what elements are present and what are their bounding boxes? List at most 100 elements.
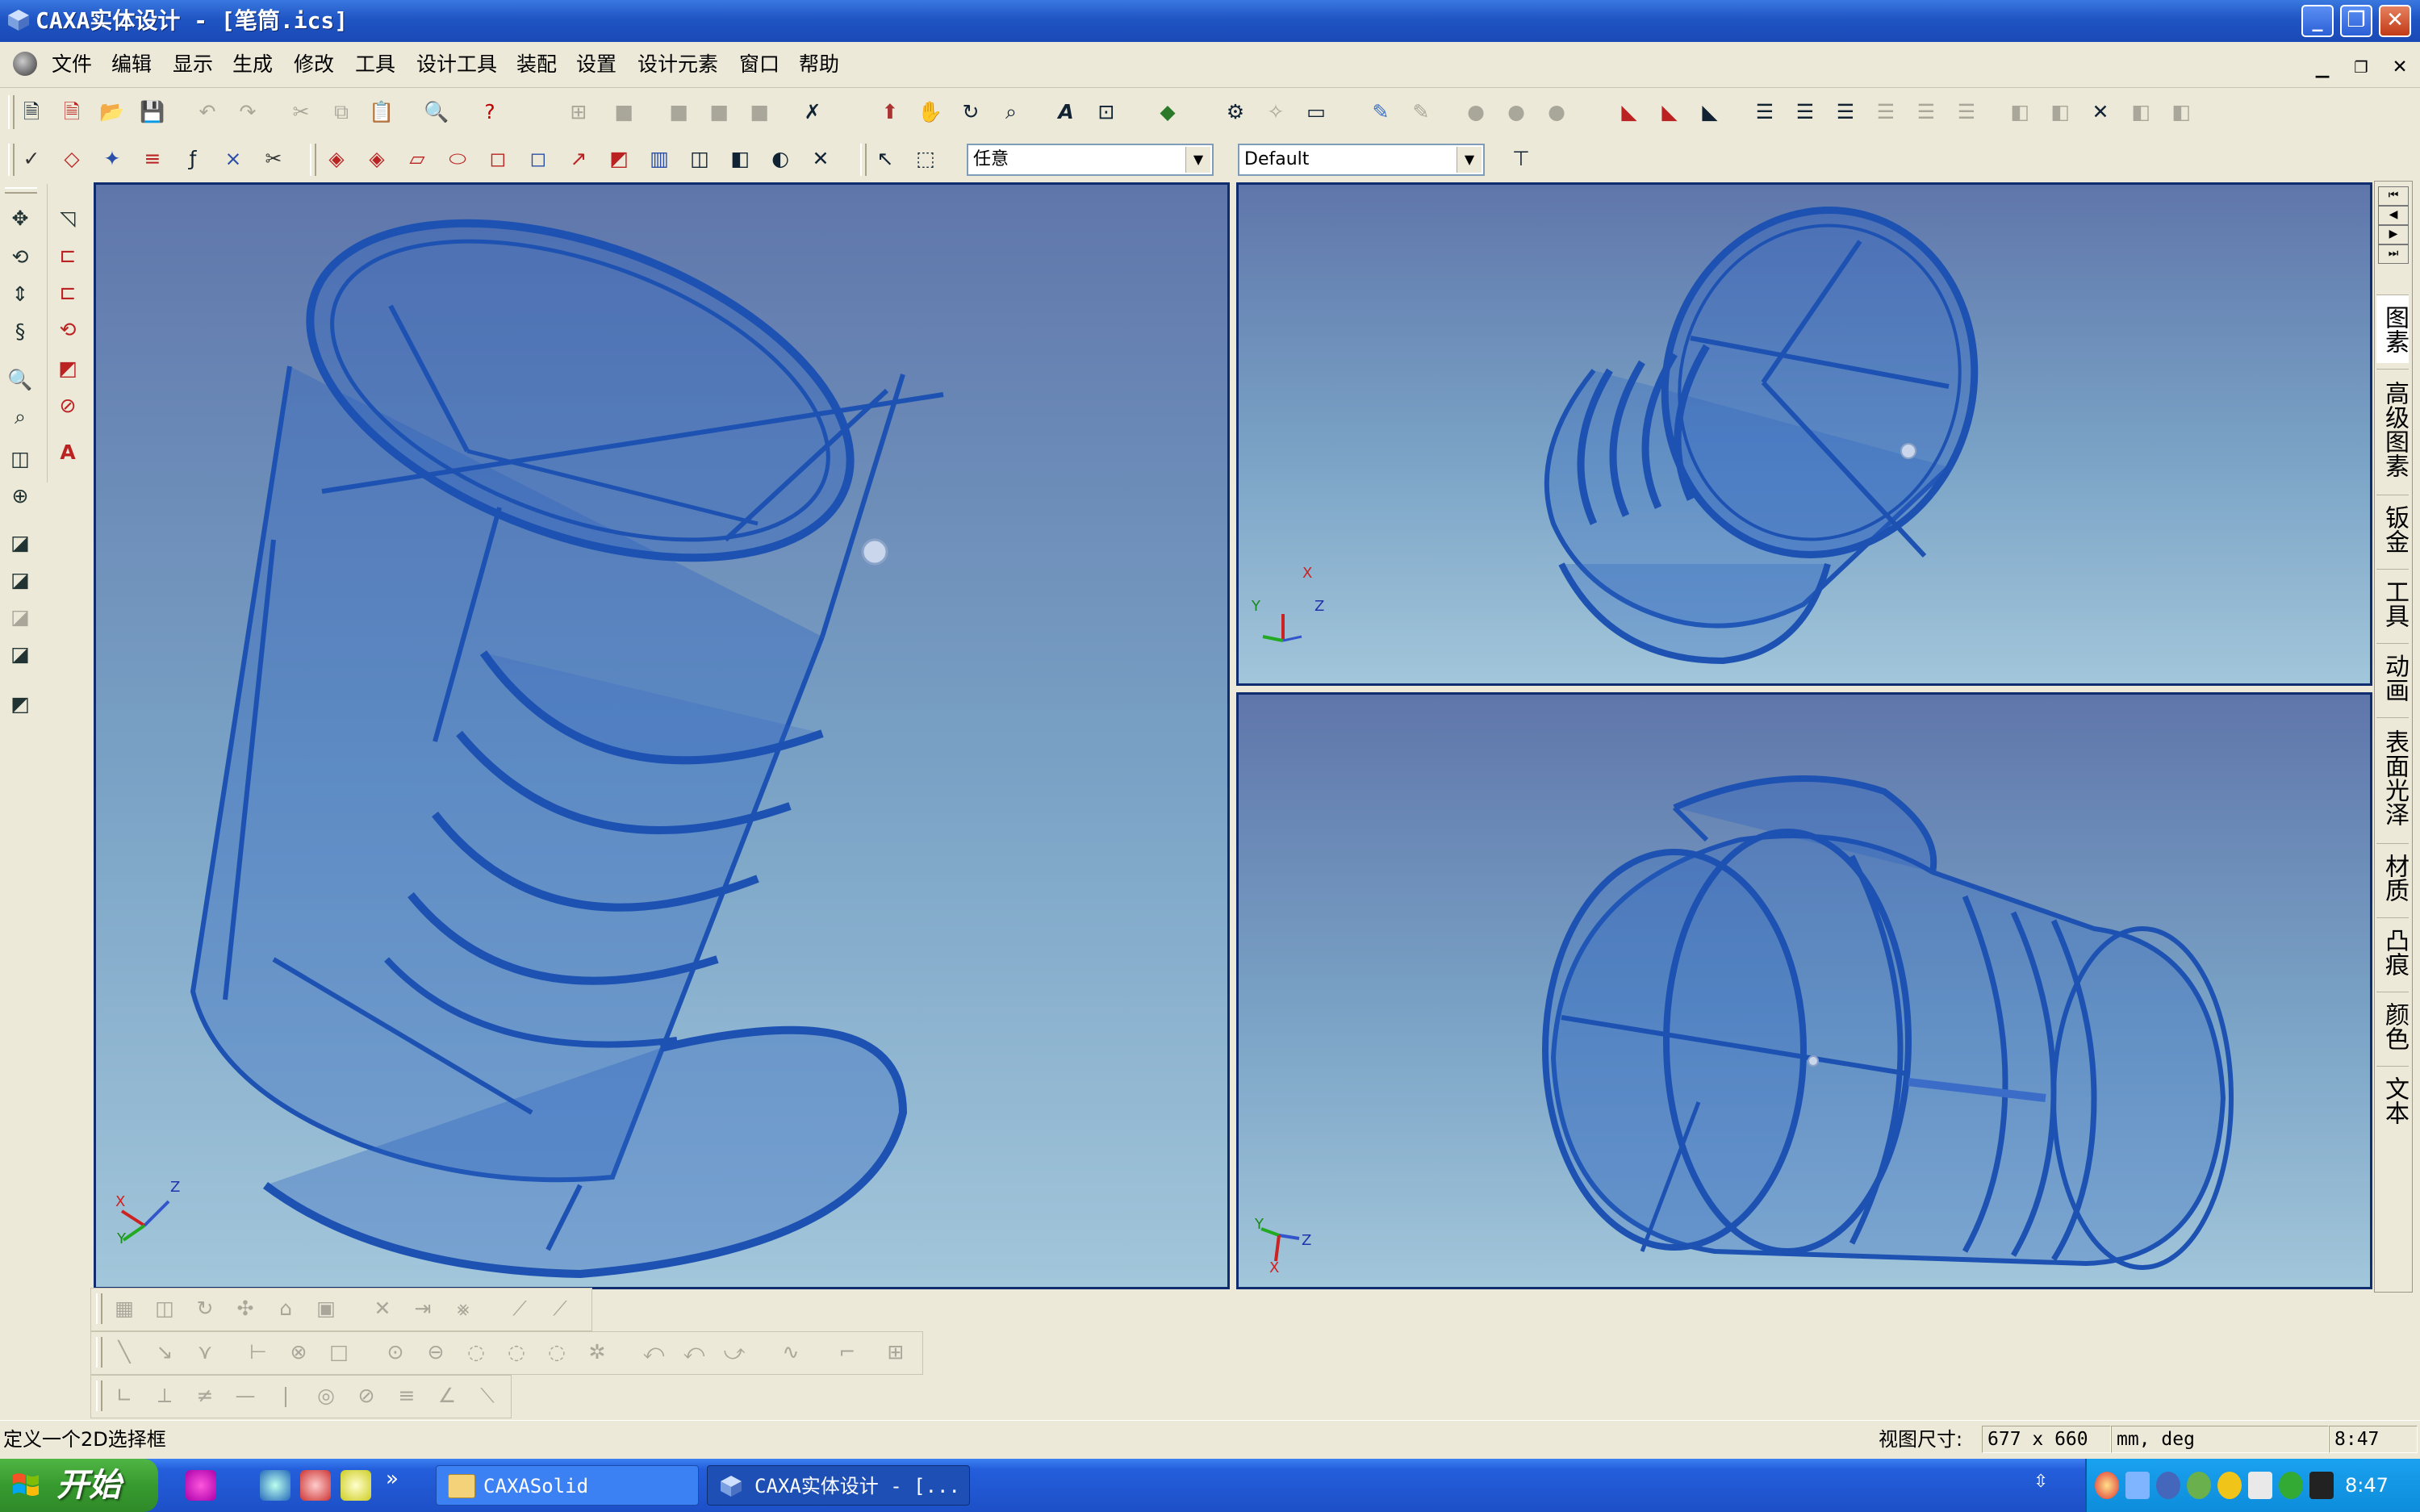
tab-surface-finish[interactable]: 表面光泽 bbox=[2376, 717, 2409, 837]
chevron-down-icon[interactable]: ▼ bbox=[1457, 147, 1482, 173]
circle-tool-icon[interactable]: ◌ bbox=[503, 1339, 530, 1366]
sheet-metal-icon-2[interactable]: ◣ bbox=[1656, 98, 1683, 126]
zoom-box-icon[interactable]: ⌕ bbox=[6, 403, 34, 431]
group-icon[interactable]: ■ bbox=[746, 98, 773, 126]
2d-tool-icon[interactable]: ⇥ bbox=[409, 1295, 437, 1322]
context-help-icon[interactable]: ? bbox=[476, 98, 504, 126]
view-icon[interactable]: ⊡ bbox=[1093, 98, 1120, 126]
quicklaunch-ie-icon[interactable] bbox=[260, 1470, 290, 1501]
pointer-icon[interactable]: ↖ bbox=[871, 145, 899, 173]
move-icon[interactable]: ⬆ bbox=[876, 98, 904, 126]
scroll-down-icon[interactable]: ▶ bbox=[2378, 225, 2409, 244]
camera-zoom-icon[interactable]: ◪ bbox=[6, 641, 34, 668]
start-button[interactable]: 开始 bbox=[0, 1459, 158, 1512]
new-drawing-icon[interactable]: 🗎 bbox=[58, 98, 86, 126]
walk-icon[interactable]: § bbox=[6, 318, 34, 345]
main-viewport[interactable]: Z X Y bbox=[94, 182, 1230, 1289]
2d-tool-icon[interactable]: ◫ bbox=[151, 1295, 178, 1322]
circle-tool-icon[interactable]: ◌ bbox=[543, 1339, 571, 1366]
arc-tool-icon[interactable]: ⤺ bbox=[640, 1339, 667, 1366]
feature-icon-3[interactable]: ✕ bbox=[2087, 98, 2114, 126]
hierarchy-icon[interactable]: ⊤ bbox=[1507, 145, 1535, 173]
chevron-down-icon[interactable]: ▼ bbox=[1185, 147, 1210, 173]
eyedropper-icon[interactable]: ✎ bbox=[1367, 98, 1394, 126]
mdi-close-button[interactable]: ✕ bbox=[2384, 52, 2416, 79]
camera-orbit-icon[interactable]: ◪ bbox=[6, 566, 34, 594]
constraint-icon[interactable]: ⊘ bbox=[353, 1382, 380, 1410]
toolbar-grip[interactable] bbox=[5, 187, 37, 194]
text-icon[interactable]: A bbox=[1052, 98, 1080, 126]
surface-icon-4[interactable]: ☰ bbox=[1872, 98, 1900, 126]
zoom-icon[interactable]: ⌕ bbox=[997, 98, 1025, 126]
line-tool-icon[interactable]: ⊗ bbox=[285, 1339, 312, 1366]
rectangle-tool-icon[interactable]: □ bbox=[325, 1339, 353, 1366]
menu-help[interactable]: 帮助 bbox=[794, 50, 844, 79]
mdi-restore-button[interactable]: ❐ bbox=[2345, 52, 2377, 79]
menu-tools[interactable]: 工具 bbox=[350, 50, 400, 79]
arc-tool-icon[interactable]: ⤺ bbox=[680, 1339, 708, 1366]
drop-icon-1[interactable]: ● bbox=[1462, 98, 1490, 126]
menu-window[interactable]: 窗口 bbox=[734, 50, 784, 79]
chamfer-icon[interactable]: ◈ bbox=[363, 145, 391, 173]
2d-sketch-icon[interactable]: ◹ bbox=[54, 205, 82, 232]
top-right-viewport[interactable]: X Y Z bbox=[1236, 182, 2372, 686]
close-button[interactable]: ✕ bbox=[2379, 5, 2411, 37]
scroll-first-icon[interactable]: ⏮ bbox=[2378, 186, 2409, 206]
sheet-metal-icon-1[interactable]: ◣ bbox=[1615, 98, 1643, 126]
view-focus-icon[interactable]: ⊕ bbox=[6, 482, 34, 510]
shell-icon[interactable]: ▱ bbox=[403, 145, 431, 173]
bring-forward-icon[interactable]: ■ bbox=[665, 98, 692, 126]
menu-design-tools[interactable]: 设计工具 bbox=[412, 50, 502, 79]
face-tangent-icon[interactable]: ◩ bbox=[605, 145, 633, 173]
pan-icon[interactable]: ⇕ bbox=[6, 281, 34, 308]
menu-generate[interactable]: 生成 bbox=[228, 50, 278, 79]
revolve-icon[interactable]: ✦ bbox=[98, 145, 126, 173]
find-icon[interactable]: 🔍 bbox=[423, 98, 450, 126]
constraint-icon[interactable]: | bbox=[272, 1382, 299, 1410]
split-icon[interactable]: ✂ bbox=[260, 145, 287, 173]
view-fit-icon[interactable]: ◫ bbox=[6, 445, 34, 473]
2d-tool-icon[interactable]: ▦ bbox=[111, 1295, 138, 1322]
blend-icon[interactable]: ⟲ bbox=[54, 316, 82, 344]
face-move-icon[interactable]: ◻ bbox=[484, 145, 512, 173]
menu-assembly[interactable]: 装配 bbox=[512, 50, 562, 79]
tab-primitives[interactable]: 图素 bbox=[2376, 294, 2409, 363]
sheet-metal-icon-3[interactable]: ◣ bbox=[1696, 98, 1724, 126]
move-cross-icon[interactable]: ✥ bbox=[6, 205, 34, 232]
tab-tools[interactable]: 工具 bbox=[2376, 569, 2409, 637]
camera-icon[interactable]: ⚙ bbox=[1222, 98, 1249, 126]
constraint-icon[interactable]: ∟ bbox=[111, 1382, 138, 1410]
menu-view[interactable]: 显示 bbox=[168, 50, 218, 79]
offset-tool-icon[interactable]: ⌐ bbox=[834, 1339, 861, 1366]
circle-tool-icon[interactable]: ⊙ bbox=[382, 1339, 409, 1366]
redo-icon[interactable]: ↷ bbox=[234, 98, 261, 126]
face-offset-icon[interactable]: ↗ bbox=[565, 145, 592, 173]
constraint-icon[interactable]: ∠ bbox=[433, 1382, 461, 1410]
feature-icon-2[interactable]: ◧ bbox=[2046, 98, 2074, 126]
constraint-icon[interactable]: ◎ bbox=[312, 1382, 340, 1410]
tray-app-icon[interactable] bbox=[2156, 1472, 2180, 1499]
surface-icon-5[interactable]: ☰ bbox=[1912, 98, 1940, 126]
face-delete-icon[interactable]: ◫ bbox=[686, 145, 713, 173]
insert-part-icon[interactable]: ⊞ bbox=[565, 98, 592, 126]
line-tool-icon[interactable]: ⊢ bbox=[245, 1339, 272, 1366]
toolbar-grip[interactable] bbox=[8, 144, 15, 176]
constraint-icon[interactable]: ≠ bbox=[191, 1382, 219, 1410]
antivirus-icon[interactable] bbox=[2187, 1472, 2211, 1499]
surface-icon-6[interactable]: ☰ bbox=[1953, 98, 1980, 126]
extrude-icon[interactable]: ◇ bbox=[58, 145, 86, 173]
scheme-select[interactable]: Default ▼ bbox=[1238, 144, 1485, 176]
trim-icon[interactable]: ⨯ bbox=[219, 145, 247, 173]
feature-icon-1[interactable]: ◧ bbox=[2006, 98, 2033, 126]
rotate-view-icon[interactable]: ⟲ bbox=[6, 244, 34, 271]
tab-animation[interactable]: 动画 bbox=[2376, 643, 2409, 712]
constraint-icon[interactable]: ≡ bbox=[393, 1382, 420, 1410]
quicklaunch-weibo-icon[interactable] bbox=[300, 1470, 331, 1501]
restore-button[interactable]: ❐ bbox=[2340, 5, 2372, 37]
tab-color[interactable]: 颜色 bbox=[2376, 992, 2409, 1060]
drop-icon-2[interactable]: ● bbox=[1503, 98, 1530, 126]
rotate-icon[interactable]: ✋ bbox=[917, 98, 944, 126]
insert-object-icon[interactable]: ■ bbox=[610, 98, 637, 126]
tab-emboss[interactable]: 凸痕 bbox=[2376, 917, 2409, 986]
mdi-minimize-button[interactable]: _ bbox=[2306, 52, 2338, 79]
